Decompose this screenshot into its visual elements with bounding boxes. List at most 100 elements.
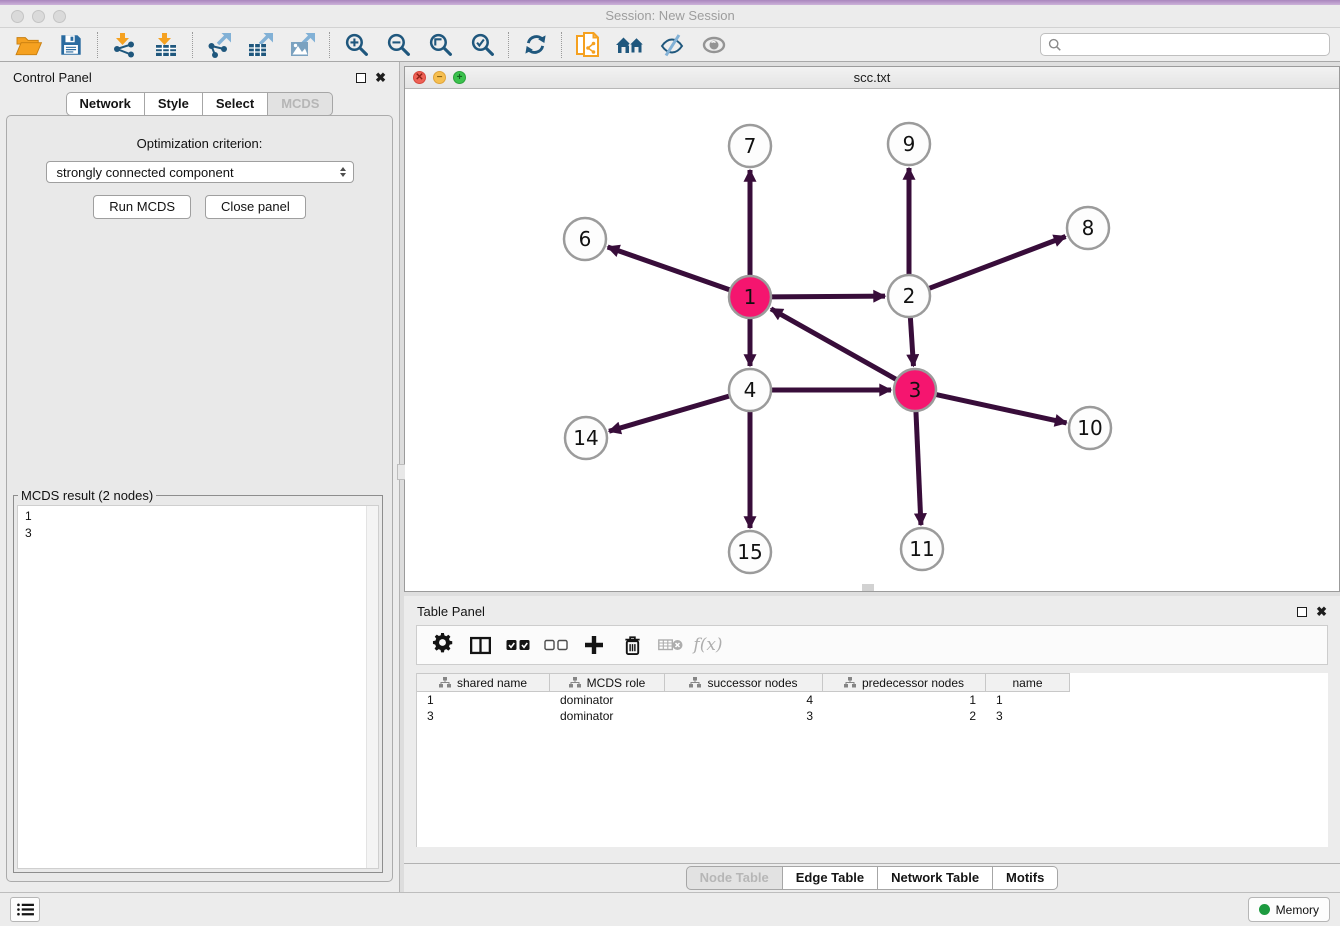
graph-edge-1-2[interactable] (771, 296, 885, 297)
tab-edge-table[interactable]: Edge Table (783, 866, 878, 890)
network-graph[interactable]: 7968124314101511 (405, 89, 1339, 590)
export-table-icon[interactable] (240, 29, 282, 61)
cell-name[interactable]: 3 (986, 709, 1070, 723)
zoom-selected-icon[interactable] (461, 29, 503, 61)
open-session-icon[interactable] (8, 29, 50, 61)
zoom-fit-icon[interactable] (419, 29, 461, 61)
network-minimize-button[interactable]: − (433, 71, 446, 84)
clone-network-icon[interactable] (567, 29, 609, 61)
search-input[interactable] (1067, 38, 1322, 52)
zoom-in-icon[interactable] (335, 29, 377, 61)
memory-status-icon (1259, 904, 1270, 915)
hide-selected-icon[interactable] (651, 29, 693, 61)
column-header-shared-name[interactable]: shared name (417, 673, 550, 692)
close-panel-button[interactable]: Close panel (205, 195, 306, 219)
export-network-icon[interactable] (198, 29, 240, 61)
deselect-all-rows-icon[interactable] (539, 629, 573, 661)
column-header-mcds-role[interactable]: MCDS role (550, 673, 665, 692)
tab-network-table[interactable]: Network Table (878, 866, 993, 890)
tab-mcds[interactable]: MCDS (268, 92, 333, 116)
cell-predecessor-nodes[interactable]: 1 (823, 693, 986, 707)
add-column-icon[interactable] (577, 629, 611, 661)
column-header-predecessor-nodes[interactable]: predecessor nodes (823, 673, 986, 692)
float-panel-icon[interactable] (356, 73, 366, 83)
mcds-result-text[interactable]: 1 3 (17, 505, 379, 869)
network-close-button[interactable]: ✕ (413, 71, 426, 84)
graph-edge-3-11[interactable] (916, 411, 921, 525)
column-header-name[interactable]: name (986, 673, 1070, 692)
select-all-rows-icon[interactable] (501, 629, 535, 661)
table-row[interactable]: 1 dominator 4 1 1 (417, 692, 1328, 708)
table-tabs: Node Table Edge Table Network Table Moti… (404, 864, 1340, 892)
control-panel-title: Control Panel (13, 70, 92, 85)
zoom-out-icon[interactable] (377, 29, 419, 61)
table-settings-gear-icon[interactable] (425, 629, 459, 661)
tree-icon (844, 677, 856, 688)
graph-edge-3-1[interactable] (771, 309, 897, 380)
graph-node-label-6: 6 (579, 227, 592, 251)
result-scrollbar[interactable] (366, 506, 378, 868)
tab-motifs[interactable]: Motifs (993, 866, 1058, 890)
graph-edge-2-3[interactable] (910, 317, 913, 366)
close-window-button[interactable] (11, 10, 24, 23)
graph-edge-3-10[interactable] (936, 394, 1067, 422)
toolbar-separator (329, 32, 330, 58)
close-table-panel-icon[interactable]: ✖ (1316, 607, 1327, 617)
destroy-table-icon[interactable] (653, 629, 687, 661)
show-hidden-icon[interactable] (693, 29, 735, 61)
panel-divider[interactable] (400, 62, 404, 892)
float-table-panel-icon[interactable] (1297, 607, 1307, 617)
canvas-grip[interactable] (862, 584, 874, 591)
tab-node-table[interactable]: Node Table (686, 866, 783, 890)
tab-network[interactable]: Network (66, 92, 145, 116)
toolbar-separator (192, 32, 193, 58)
save-session-icon[interactable] (50, 29, 92, 61)
cell-shared-name[interactable]: 3 (417, 709, 550, 723)
cell-mcds-role[interactable]: dominator (550, 693, 665, 707)
graph-node-label-10: 10 (1077, 416, 1102, 440)
column-header-successor-nodes[interactable]: successor nodes (665, 673, 823, 692)
show-neighbors-icon[interactable] (609, 29, 651, 61)
cell-successor-nodes[interactable]: 3 (665, 709, 823, 723)
cell-name[interactable]: 1 (986, 693, 1070, 707)
network-title: scc.txt (405, 67, 1339, 88)
show-columns-icon[interactable] (463, 629, 497, 661)
close-panel-icon[interactable]: ✖ (375, 73, 386, 83)
import-table-icon[interactable] (145, 29, 187, 61)
mcds-result-title: MCDS result (2 nodes) (18, 488, 156, 503)
memory-button[interactable]: Memory (1248, 897, 1330, 922)
import-network-icon[interactable] (103, 29, 145, 61)
network-maximize-button[interactable]: + (453, 71, 466, 84)
cell-predecessor-nodes[interactable]: 2 (823, 709, 986, 723)
run-mcds-button[interactable]: Run MCDS (93, 195, 191, 219)
network-titlebar[interactable]: ✕ − + scc.txt (405, 67, 1339, 89)
minimize-window-button[interactable] (32, 10, 45, 23)
graph-node-label-11: 11 (909, 537, 934, 561)
tab-select[interactable]: Select (203, 92, 268, 116)
function-builder-icon[interactable]: f(x) (691, 629, 725, 661)
tab-style[interactable]: Style (145, 92, 203, 116)
result-line: 1 (25, 508, 371, 525)
cell-shared-name[interactable]: 1 (417, 693, 550, 707)
table-panel: Table Panel ✖ (404, 596, 1340, 892)
criterion-select[interactable]: strongly connected component (46, 161, 354, 183)
apply-layout-icon[interactable] (514, 29, 556, 61)
table-row[interactable]: 3 dominator 3 2 3 (417, 708, 1328, 724)
toolbar-separator (508, 32, 509, 58)
graph-edge-4-14[interactable] (609, 396, 730, 431)
task-history-button[interactable] (10, 897, 40, 922)
graph-edge-2-8[interactable] (929, 237, 1066, 289)
search-field[interactable] (1040, 33, 1330, 56)
cell-successor-nodes[interactable]: 4 (665, 693, 823, 707)
tree-icon (439, 677, 451, 688)
network-canvas[interactable]: 7968124314101511 (405, 89, 1339, 591)
graph-node-label-2: 2 (903, 284, 916, 308)
maximize-window-button[interactable] (53, 10, 66, 23)
graph-edge-1-6[interactable] (608, 247, 731, 290)
export-image-icon[interactable] (282, 29, 324, 61)
criterion-value: strongly connected component (57, 165, 234, 180)
delete-column-icon[interactable] (615, 629, 649, 661)
cell-mcds-role[interactable]: dominator (550, 709, 665, 723)
window-controls[interactable] (11, 10, 66, 23)
graph-node-label-4: 4 (744, 378, 757, 402)
